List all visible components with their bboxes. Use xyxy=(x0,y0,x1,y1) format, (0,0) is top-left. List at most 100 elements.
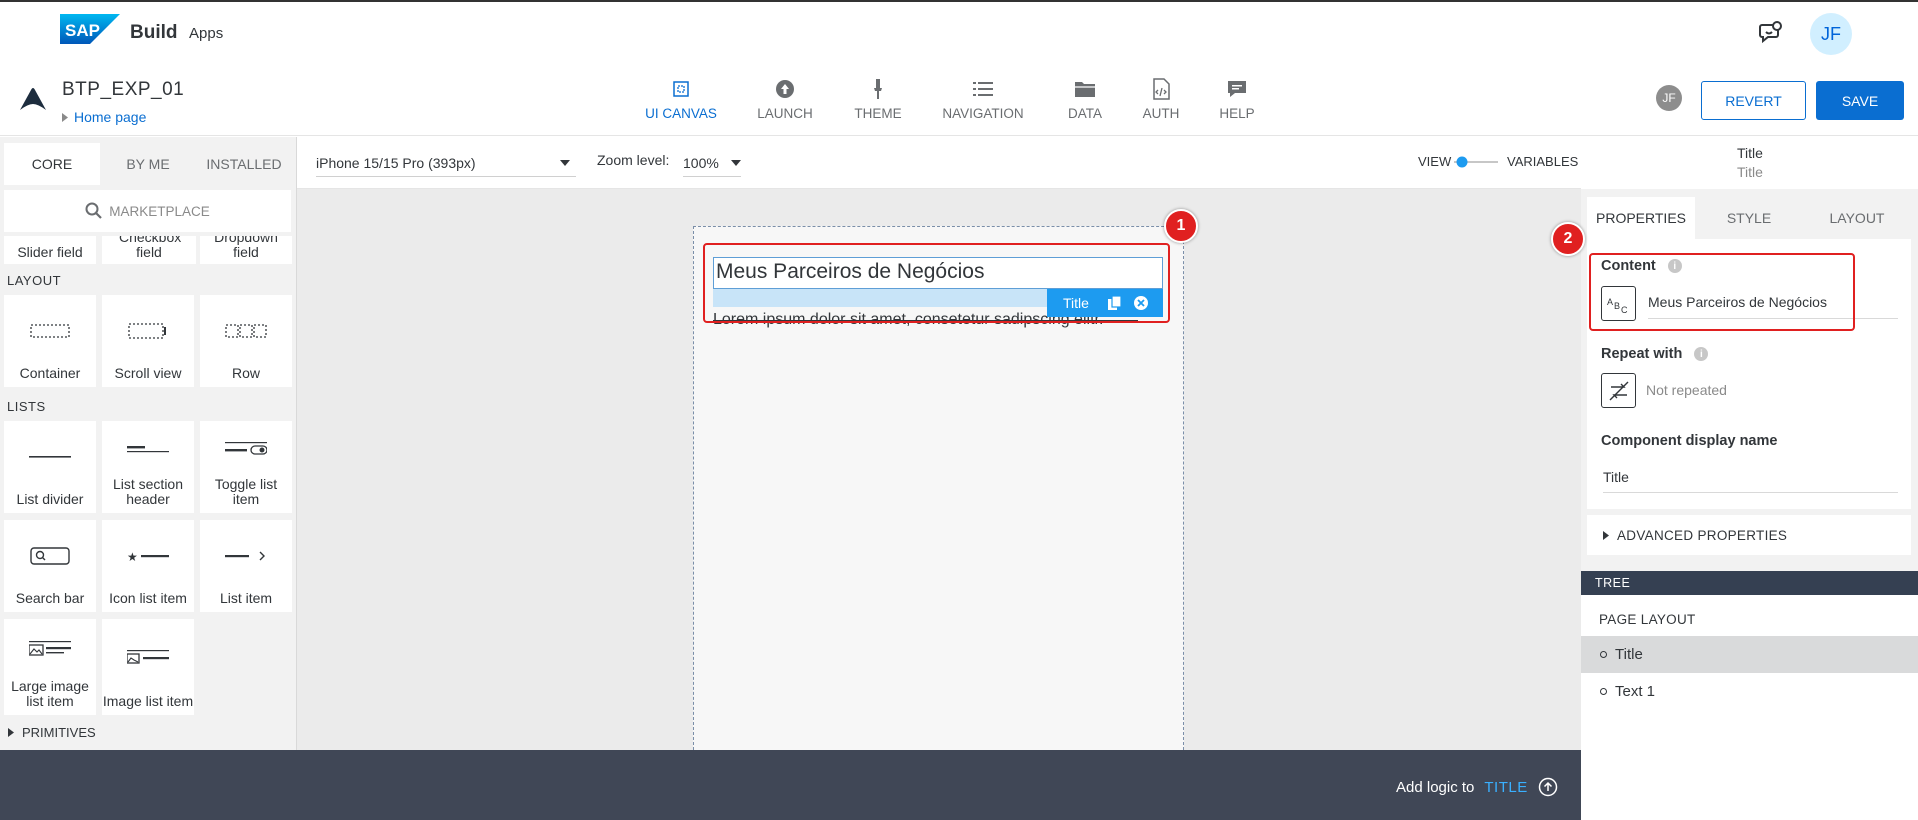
tile-label: Slider field xyxy=(17,244,83,260)
tile-icon-list-item[interactable]: ★ Icon list item xyxy=(102,520,194,612)
nav-data-label: DATA xyxy=(1067,106,1102,121)
save-button[interactable]: SAVE xyxy=(1816,81,1904,120)
tab-properties[interactable]: PROPERTIES xyxy=(1587,197,1695,239)
display-name-input[interactable]: Title xyxy=(1603,461,1898,493)
tab-installed[interactable]: INSTALLED xyxy=(196,143,292,185)
expand-up-icon xyxy=(1538,777,1557,797)
revert-button[interactable]: REVERT xyxy=(1701,81,1806,120)
nav-theme-label: THEME xyxy=(854,106,902,121)
nav-theme[interactable]: THEME xyxy=(843,78,913,128)
tile-container[interactable]: Container xyxy=(4,295,96,387)
tab-core[interactable]: CORE xyxy=(4,143,100,185)
zoom-select[interactable]: 100% xyxy=(683,150,741,177)
chevron-down-icon xyxy=(731,160,741,166)
zoom-select-value: 100% xyxy=(683,155,719,171)
large-image-list-item-icon xyxy=(29,619,71,679)
tab-style[interactable]: STYLE xyxy=(1695,197,1803,239)
tree-node-icon xyxy=(1600,651,1607,658)
add-logic-prefix: Add logic to xyxy=(1396,778,1475,796)
list-divider-icon xyxy=(29,421,71,492)
notifications-icon[interactable] xyxy=(1758,20,1784,46)
tile-search-bar[interactable]: Search bar xyxy=(4,520,96,612)
shell-header xyxy=(0,0,1918,66)
nav-launch[interactable]: LAUNCH xyxy=(750,78,820,128)
list-section-header-icon xyxy=(127,421,169,477)
repeat-label-text: Repeat with xyxy=(1601,346,1683,362)
tile-toggle-list-item[interactable]: Toggle list item xyxy=(200,421,292,513)
brand-build: Build xyxy=(130,22,178,43)
page-layout-label: PAGE LAYOUT xyxy=(1599,612,1696,627)
sap-logo[interactable]: SAP xyxy=(60,14,120,44)
build-apps-logo-icon xyxy=(18,86,48,112)
launch-icon xyxy=(774,78,796,100)
display-name-label: Component display name xyxy=(1601,433,1777,449)
tile-list-item[interactable]: List item xyxy=(200,520,292,612)
navigation-icon xyxy=(972,78,994,100)
caret-right-icon xyxy=(1603,530,1609,540)
svg-text:★: ★ xyxy=(127,550,138,562)
annotation-box-2 xyxy=(1589,253,1855,331)
collaborator-avatar[interactable]: JF xyxy=(1656,85,1682,111)
tab-by-me[interactable]: BY ME xyxy=(100,143,196,185)
nav-auth[interactable]: AUTH xyxy=(1131,78,1191,128)
device-select-value: iPhone 15/15 Pro (393px) xyxy=(316,155,476,171)
tree-node-icon xyxy=(1600,688,1607,695)
tile-label: Toggle list item xyxy=(214,476,278,507)
marketplace-search[interactable]: MARKETPLACE xyxy=(4,190,291,232)
zoom-label: Zoom level: xyxy=(597,152,670,168)
toggle-list-item-icon xyxy=(225,421,267,477)
tile-checkbox-field[interactable]: Checkbox field xyxy=(102,236,196,264)
nav-help[interactable]: HELP xyxy=(1207,78,1267,128)
info-icon[interactable]: i xyxy=(1694,347,1709,361)
tile-row[interactable]: Row xyxy=(200,295,292,387)
tile-label: Large image list item xyxy=(11,678,89,709)
auth-icon xyxy=(1150,78,1172,100)
tile-scroll-view[interactable]: Scroll view xyxy=(102,295,194,387)
tile-image-list-item[interactable]: Image list item xyxy=(102,619,194,715)
logic-bar xyxy=(0,750,1581,820)
repeat-value: Not repeated xyxy=(1646,382,1727,398)
tile-list-divider[interactable]: List divider xyxy=(4,421,96,513)
tile-label: Row xyxy=(231,365,260,381)
add-logic-button[interactable]: Add logic to TITLE xyxy=(1396,777,1558,797)
marketplace-label: MARKETPLACE xyxy=(109,203,210,219)
display-name-label-text: Component display name xyxy=(1601,433,1778,449)
help-icon xyxy=(1226,78,1248,100)
data-icon xyxy=(1074,78,1096,100)
view-variables-toggle[interactable] xyxy=(1454,155,1498,168)
tree-item-title[interactable]: Title xyxy=(1581,636,1918,673)
tile-slider-field[interactable]: Slider field xyxy=(4,236,96,264)
nav-ui-canvas[interactable]: UI CANVAS xyxy=(643,78,719,128)
tile-label: Dropdown field xyxy=(214,236,278,260)
section-layout: LAYOUT xyxy=(7,273,62,288)
tile-label: Icon list item xyxy=(109,590,187,606)
search-icon xyxy=(85,202,103,219)
list-item-icon xyxy=(225,520,267,591)
tree-item-text-1[interactable]: Text 1 xyxy=(1581,673,1918,710)
annotation-marker-1: 1 xyxy=(1164,209,1198,243)
selected-component-type: Title xyxy=(1737,164,1763,180)
tab-layout[interactable]: LAYOUT xyxy=(1803,197,1911,239)
view-label: VIEW xyxy=(1418,154,1452,169)
brand-apps: Apps xyxy=(189,25,224,42)
repeat-binding-icon[interactable] xyxy=(1601,373,1636,408)
sap-logo-text: SAP xyxy=(65,21,100,40)
chevron-down-icon xyxy=(560,160,570,166)
tile-large-image-list-item[interactable]: Large image list item xyxy=(4,619,96,715)
tile-dropdown-field[interactable]: Dropdown field xyxy=(200,236,292,264)
tree-item-label: Text 1 xyxy=(1615,683,1656,700)
variables-label: VARIABLES xyxy=(1507,154,1579,169)
tile-list-section-header[interactable]: List section header xyxy=(102,421,194,513)
section-primitives[interactable]: PRIMITIVES xyxy=(8,725,96,740)
icon-list-item-icon: ★ xyxy=(127,520,169,591)
tile-label: Search bar xyxy=(15,590,85,606)
tile-label: Scroll view xyxy=(114,365,182,381)
nav-navigation[interactable]: NAVIGATION xyxy=(938,78,1028,128)
advanced-properties-toggle[interactable]: ADVANCED PROPERTIES xyxy=(1587,515,1911,555)
tile-label: List item xyxy=(219,590,273,606)
nav-data[interactable]: DATA xyxy=(1055,78,1115,128)
section-lists: LISTS xyxy=(7,399,46,414)
user-avatar[interactable]: JF xyxy=(1810,13,1852,55)
device-select[interactable]: iPhone 15/15 Pro (393px) xyxy=(316,150,576,177)
page-selector[interactable]: Home page xyxy=(62,109,146,125)
